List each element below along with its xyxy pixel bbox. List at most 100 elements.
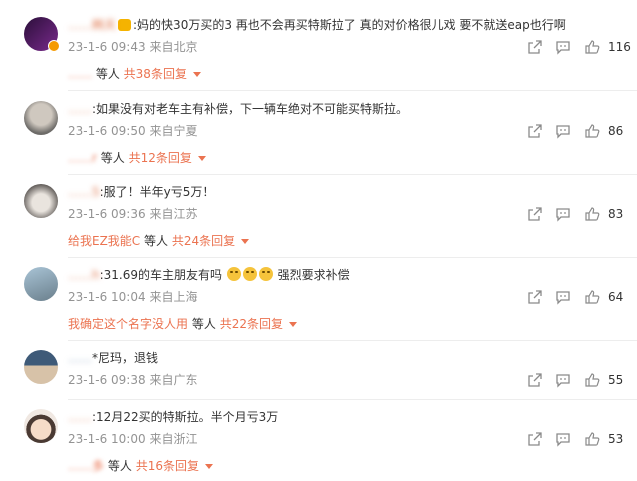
- like-count: 86: [608, 124, 624, 138]
- divider: [68, 340, 637, 341]
- like-icon[interactable]: [584, 206, 600, 222]
- reply-user[interactable]: 给我EZ我能C: [68, 234, 140, 248]
- comment-actions: 53: [527, 431, 637, 449]
- reply-count[interactable]: 共22条回复: [220, 317, 283, 331]
- like-count: 55: [608, 373, 624, 387]
- comment-author[interactable]: ……5: [68, 185, 100, 199]
- comment-actions: 83: [527, 206, 637, 224]
- like-count: 64: [608, 290, 624, 304]
- reply-user[interactable]: 我确定这个名字没人用: [68, 317, 188, 331]
- comment-text: :如果没有对老车主有补偿，下一辆车绝对不可能买特斯拉。: [92, 102, 409, 116]
- comment-meta: 23-1-6 09:43 来自北京: [68, 40, 197, 54]
- crying-emoji-icon: [226, 267, 241, 281]
- reply-summary[interactable]: …… 等人 共38条回复: [68, 66, 201, 82]
- reply-suffix: 等人: [100, 151, 125, 165]
- divider: [68, 257, 637, 258]
- comment-time: 23-1-6 10:04: [68, 290, 146, 304]
- comment-text: :妈的快30万买的3 再也不会再买特斯拉了 真的对价格很儿戏 要不就送eap也行…: [133, 18, 566, 32]
- comment-actions: 64: [527, 289, 637, 307]
- reply-summary[interactable]: 我确定这个名字没人用 等人 共22条回复: [68, 316, 297, 332]
- comment-time: 23-1-6 09:43: [68, 40, 146, 54]
- comment-time: 23-1-6 09:50: [68, 124, 146, 138]
- avatar[interactable]: [24, 184, 58, 218]
- avatar[interactable]: [24, 101, 58, 135]
- comment-location: 来自北京: [149, 40, 198, 54]
- comment-meta: 23-1-6 09:50 来自宁夏: [68, 124, 197, 138]
- share-icon[interactable]: [527, 123, 543, 139]
- divider: [68, 90, 637, 91]
- reply-count[interactable]: 共24条回复: [172, 234, 235, 248]
- like-icon[interactable]: [584, 289, 600, 305]
- chevron-down-icon[interactable]: [288, 322, 297, 327]
- like-icon[interactable]: [584, 431, 600, 447]
- comment-actions: 86: [527, 123, 637, 141]
- chevron-down-icon[interactable]: [241, 239, 250, 244]
- reply-user[interactable]: ……多: [68, 459, 104, 473]
- comment-time: 23-1-6 09:36: [68, 207, 146, 221]
- reply-count[interactable]: 共38条回复: [124, 67, 187, 81]
- comment-meta: 23-1-6 09:36 来自江苏: [68, 207, 197, 221]
- like-count: 53: [608, 432, 624, 446]
- reply-summary[interactable]: ……r 等人 共12条回复: [68, 150, 206, 166]
- share-icon[interactable]: [527, 39, 543, 55]
- comment-icon[interactable]: [555, 372, 571, 388]
- divider: [68, 399, 637, 400]
- comment-meta: 23-1-6 10:04 来自上海: [68, 290, 197, 304]
- comment-icon[interactable]: [555, 206, 571, 222]
- crying-emoji-icon: [242, 267, 257, 281]
- avatar[interactable]: [24, 267, 58, 301]
- reply-count[interactable]: 共12条回复: [129, 151, 192, 165]
- share-icon[interactable]: [527, 289, 543, 305]
- comment-author[interactable]: ……: [68, 410, 92, 424]
- share-icon[interactable]: [527, 431, 543, 447]
- comment-meta: 23-1-6 10:00 来自浙江: [68, 432, 197, 446]
- comment-icon[interactable]: [555, 431, 571, 447]
- comment-icon[interactable]: [555, 289, 571, 305]
- crying-emoji-icon: [258, 267, 273, 281]
- reply-user[interactable]: ……: [68, 67, 92, 81]
- like-icon[interactable]: [584, 39, 600, 55]
- comment-icon[interactable]: [555, 39, 571, 55]
- comment-location: 来自宁夏: [149, 124, 198, 138]
- comment-time: 23-1-6 09:38: [68, 373, 146, 387]
- reply-summary[interactable]: ……多 等人 共16条回复: [68, 458, 213, 474]
- reply-summary[interactable]: 给我EZ我能C 等人 共24条回复: [68, 233, 250, 249]
- crown-icon: [118, 19, 132, 31]
- comment-author[interactable]: ……韩天: [68, 18, 116, 32]
- comment-text-line: ……韩天 :妈的快30万买的3 再也不会再买特斯拉了 真的对价格很儿戏 要不就送e…: [68, 17, 566, 33]
- comment-text: :31.69的车主朋友有吗: [99, 268, 223, 282]
- reply-count[interactable]: 共16条回复: [136, 459, 199, 473]
- comment-icon[interactable]: [555, 123, 571, 139]
- comment-time: 23-1-6 10:00: [68, 432, 146, 446]
- avatar[interactable]: [24, 350, 58, 384]
- comment-author[interactable]: ……h: [68, 268, 100, 282]
- comment-text-line: ……:如果没有对老车主有补偿，下一辆车绝对不可能买特斯拉。: [68, 101, 408, 117]
- share-icon[interactable]: [527, 206, 543, 222]
- comment-text-line: ……*尼玛，退钱: [68, 350, 158, 366]
- reply-user[interactable]: ……r: [68, 151, 97, 165]
- vip-badge-icon: [48, 40, 60, 52]
- comment-text-extra: 强烈要求补偿: [277, 268, 350, 282]
- like-icon[interactable]: [584, 123, 600, 139]
- chevron-down-icon[interactable]: [197, 156, 206, 161]
- share-icon[interactable]: [527, 372, 543, 388]
- chevron-down-icon[interactable]: [204, 464, 213, 469]
- reply-suffix: 等人: [191, 317, 216, 331]
- avatar[interactable]: [24, 409, 58, 443]
- comment-text-line: ……5:服了！半年y亏5万！: [68, 184, 214, 200]
- like-icon[interactable]: [584, 372, 600, 388]
- comment-location: 来自广东: [149, 373, 198, 387]
- comment-feed: ……韩天 :妈的快30万买的3 再也不会再买特斯拉了 真的对价格很儿戏 要不就送e…: [0, 0, 637, 481]
- comment-location: 来自浙江: [149, 432, 198, 446]
- comment-author[interactable]: ……: [68, 102, 92, 116]
- comment-author[interactable]: ……: [68, 351, 92, 365]
- comment-actions: 116: [527, 39, 637, 57]
- like-count: 83: [608, 207, 624, 221]
- comment-text-line: ……h:31.69的车主朋友有吗 强烈要求补偿: [68, 267, 350, 283]
- divider: [68, 174, 637, 175]
- comment-location: 来自上海: [149, 290, 198, 304]
- reply-suffix: 等人: [95, 67, 120, 81]
- comment-text: :服了！半年y亏5万！: [99, 185, 215, 199]
- like-count: 116: [608, 40, 631, 54]
- chevron-down-icon[interactable]: [192, 72, 201, 77]
